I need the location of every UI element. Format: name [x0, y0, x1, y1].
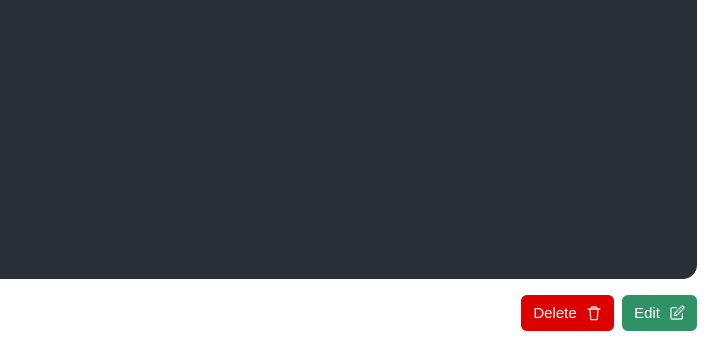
- action-buttons: Delete Edit: [521, 295, 697, 331]
- page: Delete Edit: [0, 0, 720, 355]
- delete-button[interactable]: Delete: [521, 295, 614, 331]
- edit-button-label: Edit: [634, 304, 660, 322]
- delete-button-label: Delete: [533, 304, 577, 322]
- trash-icon: [586, 305, 602, 321]
- content-panel: [0, 0, 697, 279]
- pencil-square-icon: [669, 305, 685, 321]
- edit-button[interactable]: Edit: [622, 295, 697, 331]
